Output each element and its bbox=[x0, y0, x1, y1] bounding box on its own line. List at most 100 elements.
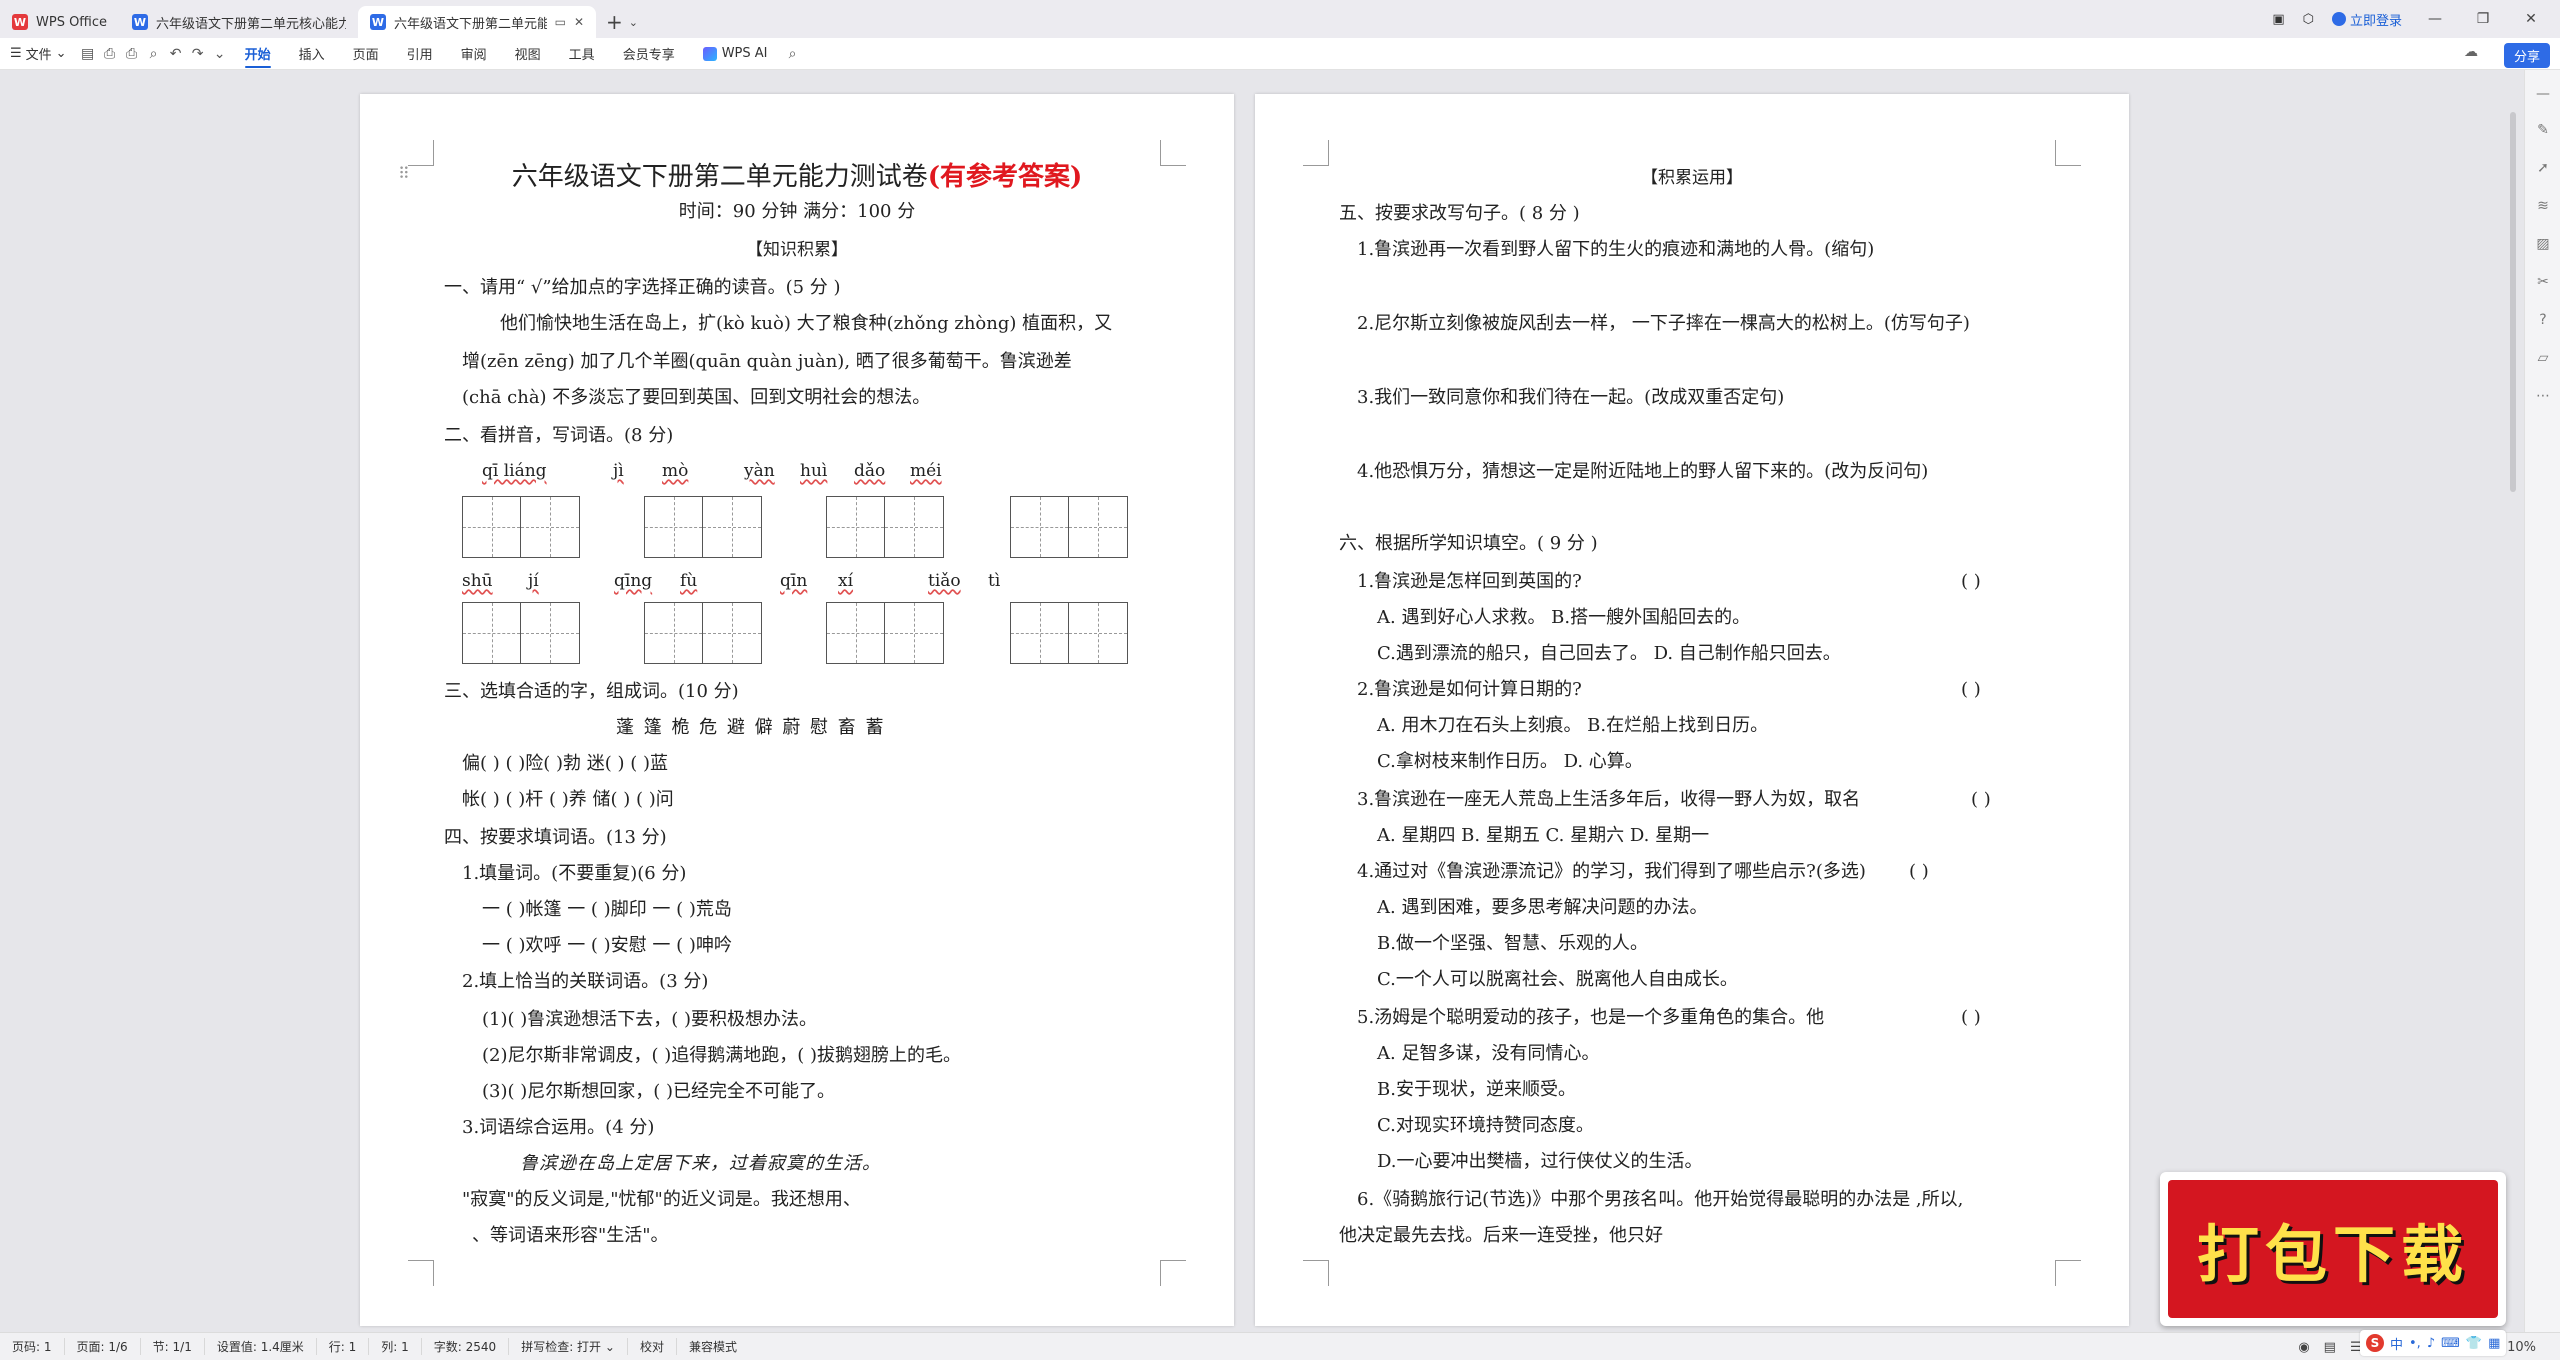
status-row[interactable]: 行: 1 bbox=[317, 1338, 370, 1355]
writing-grid[interactable] bbox=[826, 496, 944, 558]
status-bar: 页码: 1 页面: 1/6 节: 1/1 设置值: 1.4厘米 行: 1 列: … bbox=[0, 1332, 2560, 1360]
cursor-icon[interactable]: ➚ bbox=[2533, 158, 2553, 178]
undo-icon[interactable]: ↶ bbox=[165, 43, 187, 65]
tab-page[interactable]: 页面 bbox=[339, 38, 393, 70]
question-2: 二、看拼音，写词语。(8 分) bbox=[444, 425, 674, 446]
shirt-icon[interactable]: 👕 bbox=[2466, 1336, 2482, 1351]
status-setting[interactable]: 设置值: 1.4厘米 bbox=[205, 1338, 317, 1355]
tools-icon[interactable]: ✂ bbox=[2533, 272, 2553, 292]
file-menu[interactable]: ☰ 文件 ⌄ bbox=[0, 38, 77, 70]
avatar-icon bbox=[2331, 12, 2346, 26]
export-pdf-icon[interactable]: ⎙ bbox=[99, 43, 121, 65]
microphone-icon[interactable]: ♪ bbox=[2427, 1336, 2435, 1351]
download-promo-badge[interactable]: 打包下载 bbox=[2160, 1172, 2506, 1326]
collapse-icon[interactable]: — bbox=[2533, 84, 2553, 104]
fill-blank-row: 、等词语来形容"生活"。 bbox=[472, 1225, 669, 1246]
tab-label: 视图 bbox=[514, 48, 541, 63]
adjust-icon[interactable]: ≋ bbox=[2533, 196, 2553, 216]
search-icon[interactable]: ⌕ bbox=[782, 43, 804, 65]
redo-icon[interactable]: ↷ bbox=[187, 43, 209, 65]
pinyin-label: jì bbox=[613, 461, 624, 481]
pinyin-label: huì bbox=[800, 461, 828, 481]
more-quick-actions-icon[interactable]: ⌄ bbox=[209, 43, 231, 65]
writing-grid[interactable] bbox=[644, 496, 762, 558]
answer-blank: ( ) bbox=[1961, 679, 1981, 700]
wps-ai-button[interactable]: WPS AI bbox=[689, 38, 782, 70]
tab-references[interactable]: 引用 bbox=[393, 38, 447, 70]
tab-document-1[interactable]: W 六年级语文下册第二单元核心能力达标 bbox=[120, 6, 358, 38]
image-icon[interactable]: ▨ bbox=[2533, 234, 2553, 254]
promo-text: 打包下载 bbox=[2196, 1218, 2469, 1291]
status-compat-mode[interactable]: 兼容模式 bbox=[677, 1338, 749, 1355]
ime-toolbar[interactable]: S 中 •, ♪ ⌨ 👕 ▦ bbox=[2360, 1330, 2507, 1356]
status-column[interactable]: 列: 1 bbox=[369, 1338, 422, 1355]
eye-icon[interactable]: ◉ bbox=[2298, 1340, 2309, 1355]
tab-label: WPS Office bbox=[36, 14, 108, 30]
tab-view[interactable]: 视图 bbox=[501, 38, 555, 70]
window-layout-icon[interactable]: ▣ bbox=[2272, 12, 2284, 27]
new-tab-button[interactable]: + ⌄ bbox=[596, 6, 648, 38]
status-page-number[interactable]: 页码: 1 bbox=[0, 1338, 65, 1355]
titlebar-controls: ▣ ⬡ 立即登录 — ❐ ✕ bbox=[2272, 0, 2560, 38]
vertical-scrollbar[interactable] bbox=[2510, 112, 2516, 492]
share-button[interactable]: 分享 bbox=[2503, 43, 2550, 68]
close-tab-icon[interactable]: ✕ bbox=[574, 15, 584, 29]
chevron-down-icon[interactable]: ⌄ bbox=[629, 16, 638, 29]
save-icon[interactable]: ▤ bbox=[77, 43, 99, 65]
answer-options: A. 足智多谋，没有同情心。 bbox=[1377, 1043, 1600, 1064]
question-1-line: (chā chà) 不多淡忘了要回到英国、回到文明社会的想法。 bbox=[462, 387, 931, 408]
tab-insert[interactable]: 插入 bbox=[285, 38, 339, 70]
print-preview-icon[interactable]: ⌕ bbox=[143, 43, 165, 65]
document-page-2[interactable]: 【积累运用】 五、按要求改写句子。( 8 分 ) 1.鲁滨逊再一次看到野人留下的… bbox=[1255, 94, 2129, 1326]
tab-member[interactable]: 会员专享 bbox=[609, 38, 689, 70]
answer-options: A. 遇到困难，要多思考解决问题的办法。 bbox=[1377, 897, 1708, 918]
tab-review[interactable]: 审阅 bbox=[447, 38, 501, 70]
fill-blank-row: "寂寞"的反义词是,"忧郁"的近义词是。我还想用、 bbox=[462, 1189, 861, 1210]
writing-grid[interactable] bbox=[1010, 602, 1128, 664]
bookmark-icon[interactable]: ▱ bbox=[2533, 348, 2553, 368]
question-6-4: 4.通过对《鲁滨逊漂流记》的学习，我们得到了哪些启示?(多选) bbox=[1357, 861, 1866, 882]
writing-grid[interactable] bbox=[644, 602, 762, 664]
punctuation-icon[interactable]: •, bbox=[2409, 1336, 2421, 1351]
more-icon[interactable]: ⋯ bbox=[2533, 386, 2553, 406]
close-window-button[interactable]: ✕ bbox=[2516, 11, 2546, 27]
tab-label: 插入 bbox=[298, 48, 325, 63]
tab-label: 审阅 bbox=[460, 48, 487, 63]
pinyin-label: qīn bbox=[780, 571, 808, 591]
fill-blank-row: (2)尼尔斯非常调皮，( )追得鹅满地跑，( )拔鹅翅膀上的毛。 bbox=[482, 1045, 962, 1066]
maximize-button[interactable]: ❐ bbox=[2468, 11, 2498, 27]
page-view-icon[interactable]: ▤ bbox=[2324, 1340, 2336, 1355]
pen-icon[interactable]: ✎ bbox=[2533, 120, 2553, 140]
pinyin-label: tiǎo bbox=[928, 571, 961, 591]
grid-icon[interactable]: ▦ bbox=[2488, 1336, 2500, 1351]
writing-grid[interactable] bbox=[462, 496, 580, 558]
tab-home[interactable]: 开始 bbox=[231, 38, 285, 70]
tab-wps-home[interactable]: W WPS Office bbox=[0, 6, 120, 38]
restore-tab-icon[interactable]: ▭ bbox=[555, 15, 566, 29]
tab-label: 开始 bbox=[244, 48, 271, 63]
writing-grid[interactable] bbox=[826, 602, 944, 664]
help-icon[interactable]: ? bbox=[2533, 310, 2553, 330]
status-proofread[interactable]: 校对 bbox=[628, 1338, 677, 1355]
tab-label: 六年级语文下册第二单元能力测试 bbox=[394, 16, 547, 32]
status-spell-check[interactable]: 拼写检查: 打开 ⌄ bbox=[509, 1338, 628, 1355]
tab-tools[interactable]: 工具 bbox=[555, 38, 609, 70]
minimize-button[interactable]: — bbox=[2420, 11, 2450, 27]
title-bar: W WPS Office W 六年级语文下册第二单元核心能力达标 W 六年级语文… bbox=[0, 0, 2560, 38]
print-icon[interactable]: ⎙ bbox=[121, 43, 143, 65]
status-section[interactable]: 节: 1/1 bbox=[141, 1338, 205, 1355]
status-pages[interactable]: 页面: 1/6 bbox=[65, 1338, 141, 1355]
tab-document-2[interactable]: W 六年级语文下册第二单元能力测试 ▭ ✕ bbox=[358, 6, 596, 38]
status-word-count[interactable]: 字数: 2540 bbox=[422, 1338, 510, 1355]
question-6-6: 6.《骑鹅旅行记(节选)》中那个男孩名叫。他开始觉得最聪明的办法是 ,所以, bbox=[1357, 1189, 1964, 1210]
question-3: 三、选填合适的字，组成词。(10 分) bbox=[444, 681, 739, 702]
writing-grid[interactable] bbox=[462, 602, 580, 664]
fill-blank-row: 帐( ) ( )杆 ( )养 储( ) ( )问 bbox=[462, 789, 674, 810]
writing-grid[interactable] bbox=[1010, 496, 1128, 558]
ime-language[interactable]: 中 bbox=[2390, 1334, 2403, 1353]
login-button[interactable]: 立即登录 bbox=[2331, 10, 2402, 29]
cube-icon[interactable]: ⬡ bbox=[2303, 12, 2314, 27]
keyboard-icon[interactable]: ⌨ bbox=[2441, 1336, 2460, 1351]
document-page-1[interactable]: ⠿ 六年级语文下册第二单元能力测试卷(有参考答案) 时间：90 分钟 满分：10… bbox=[360, 94, 1234, 1326]
cloud-sync-icon[interactable]: ☁ bbox=[2464, 44, 2478, 60]
